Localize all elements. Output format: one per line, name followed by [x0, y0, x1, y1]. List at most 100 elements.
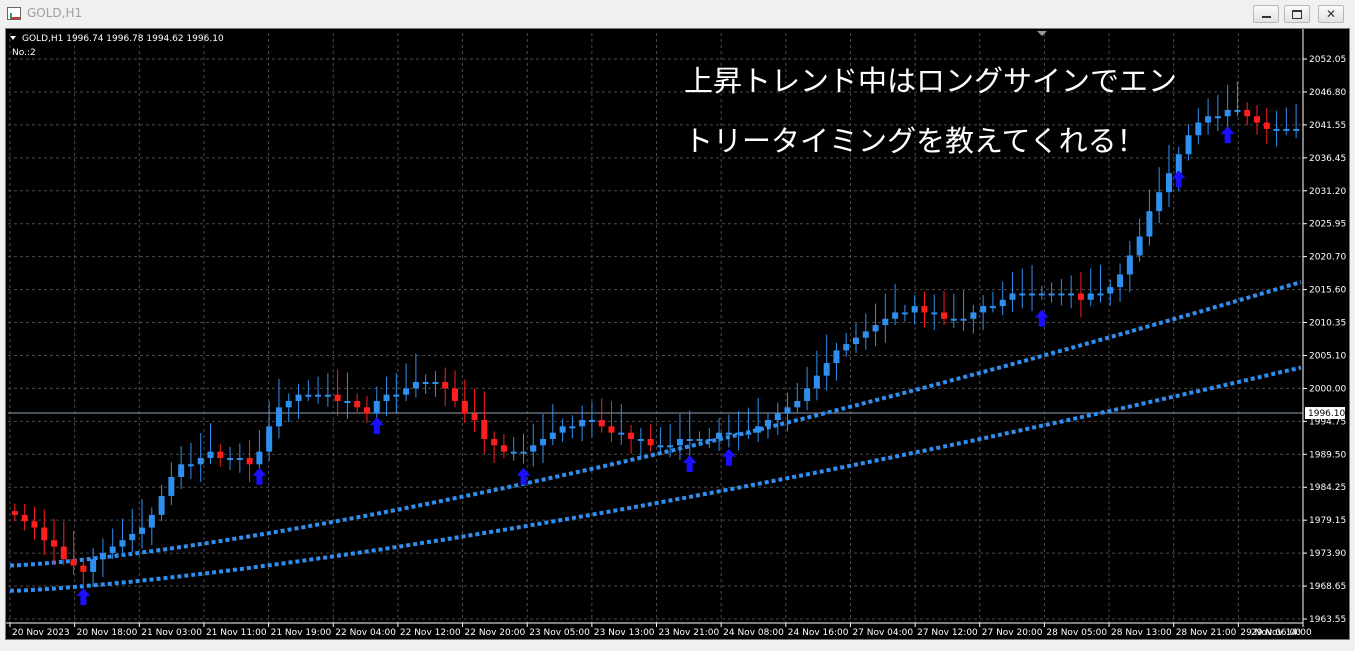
candle-body [921, 306, 928, 313]
time-tick-label: 24 Nov 16:00 [788, 628, 849, 638]
close-icon: ✕ [1325, 7, 1337, 21]
chart-shift-marker-icon[interactable] [1037, 31, 1047, 36]
candle-body [530, 445, 537, 452]
time-tick-label: 27 Nov 20:00 [982, 628, 1043, 638]
candle-body [706, 438, 713, 441]
candle-body [99, 552, 106, 560]
candle-body [1087, 293, 1094, 300]
candle-body [109, 546, 116, 553]
close-button[interactable]: ✕ [1318, 5, 1344, 23]
time-tick-label: 20 Nov 2023 [12, 628, 70, 638]
candle-body [1244, 109, 1251, 117]
buy-arrow-icon [1034, 309, 1049, 327]
chart-menu-triangle-icon[interactable] [10, 36, 16, 40]
time-axis[interactable]: 20 Nov 2023 20 Nov 18:00 21 Nov 03:00 21 No… [6, 622, 1312, 638]
candle-body [491, 438, 498, 446]
candle-body [628, 432, 635, 439]
candle-body [1068, 293, 1075, 296]
candle-body [158, 495, 165, 515]
candle-body [1009, 293, 1016, 300]
candle-body [1283, 128, 1290, 131]
candle-body [813, 375, 820, 389]
candle-body [852, 337, 859, 345]
candle-body [178, 464, 185, 477]
candle-body [51, 540, 58, 547]
symbol-header: GOLD,H1 1996.74 1996.78 1994.62 1996.10 [22, 34, 224, 44]
minimize-button[interactable] [1253, 5, 1279, 23]
buy-arrow-shape [1220, 126, 1235, 144]
candle-body [1048, 293, 1055, 296]
time-tick-label: 23 Nov 13:00 [594, 628, 655, 638]
candle-body [60, 546, 67, 560]
signal-arrows [76, 126, 1235, 605]
candle-body [354, 401, 361, 408]
candle-body [1097, 293, 1104, 296]
candle-body [139, 527, 146, 534]
candle-body [1019, 293, 1026, 296]
candle-body [461, 401, 468, 414]
candle-body [80, 565, 87, 572]
time-tick-label: 24 Nov 08:00 [723, 628, 784, 638]
candle-body [1253, 116, 1260, 123]
candle-body [647, 438, 654, 446]
candle-body [862, 331, 869, 338]
time-tick-label: 28 Nov 05:00 [1046, 628, 1107, 638]
candle-body [481, 419, 488, 439]
candle-body [579, 419, 586, 427]
candle-body [980, 306, 987, 313]
candle-body [960, 318, 967, 321]
candle-body [256, 451, 263, 465]
candle-body [471, 413, 478, 420]
time-tick-label: 23 Nov 05:00 [529, 628, 590, 638]
candle-body [637, 438, 644, 441]
candle-body [716, 432, 723, 439]
time-tick-label: 21 Nov 03:00 [141, 628, 202, 638]
candle-body [588, 419, 595, 422]
candle-body [1029, 293, 1036, 296]
buy-arrow-shape [76, 588, 91, 605]
price-tick-label: 2005.10 [1309, 351, 1346, 361]
chart-grid [8, 33, 1304, 623]
price-tick-label: 1979.15 [1309, 516, 1346, 526]
candle-body [1205, 116, 1212, 123]
time-tick-label: 29 Nov 14:00 [1251, 628, 1312, 638]
candle-body [373, 401, 380, 414]
candle-body [11, 511, 18, 515]
candle-body [1077, 293, 1084, 300]
candle-body [745, 432, 752, 435]
candle-body [1185, 135, 1192, 155]
maximize-button[interactable] [1284, 5, 1310, 23]
maximize-icon [1292, 9, 1302, 19]
price-tick-label: 1984.25 [1309, 483, 1346, 493]
candle-body [168, 476, 175, 496]
candle-body [1136, 236, 1143, 256]
candle-body [412, 382, 419, 389]
price-chart[interactable]: GOLD,H1 1996.74 1996.78 1994.62 1996.10 … [6, 29, 1349, 639]
price-tick-label: 2015.60 [1309, 286, 1346, 296]
candle-body [833, 350, 840, 364]
candle-body [794, 401, 801, 408]
chart-area[interactable]: GOLD,H1 1996.74 1996.78 1994.62 1996.10 … [5, 28, 1350, 640]
candle-body [735, 432, 742, 435]
price-tick-label: 2031.20 [1309, 187, 1346, 197]
candle-body [217, 451, 224, 458]
price-axis[interactable]: 2052.05 2046.80 2041.55 2036.45 2031.20 2025.… [1302, 29, 1346, 625]
buy-arrow-icon [369, 417, 384, 435]
candle-body [1126, 255, 1133, 275]
buy-arrow-icon [1220, 126, 1235, 144]
indicator-label: No.:2 [12, 48, 36, 58]
candle-body [1165, 173, 1172, 193]
candle-body [804, 388, 811, 402]
candle-body [315, 394, 322, 397]
title-bar[interactable]: GOLD,H1 ✕ [0, 0, 1355, 28]
candle-body [344, 401, 351, 404]
candle-body [500, 445, 507, 452]
time-tick-label: 22 Nov 20:00 [465, 628, 526, 638]
candle-body [1146, 211, 1153, 237]
candle-body [305, 394, 312, 397]
price-tick-label: 2052.05 [1309, 55, 1346, 65]
candle-body [901, 312, 908, 315]
candle-body [598, 419, 605, 427]
candle-body [989, 306, 996, 309]
candle-body [999, 299, 1006, 307]
